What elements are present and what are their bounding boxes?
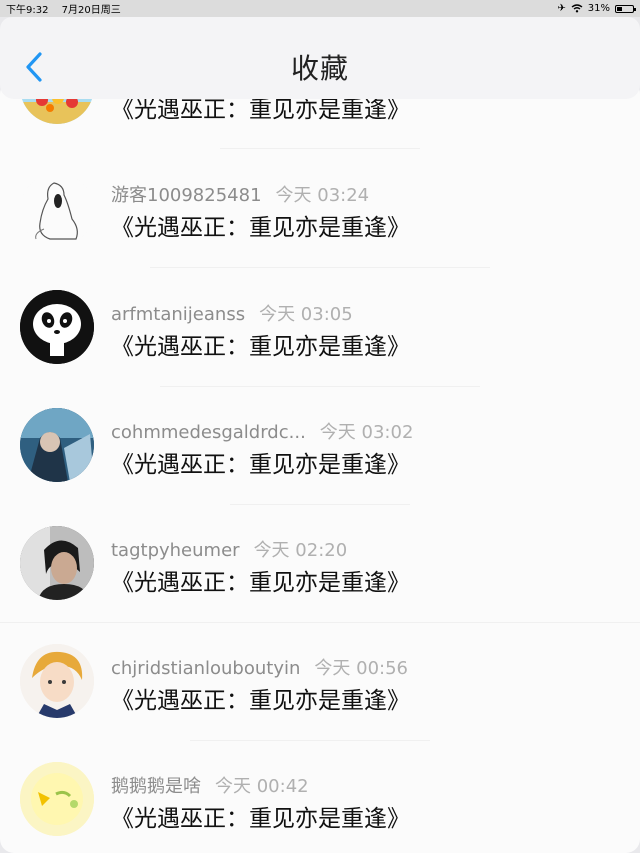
nav-header: 收藏 — [0, 17, 640, 99]
list-item[interactable]: tagtpyheumer 今天 02:20 《光遇巫正：重见亦是重逢》 — [0, 508, 640, 626]
username[interactable]: arfmtanijeanss — [111, 304, 245, 325]
timestamp: 今天 00:56 — [314, 658, 409, 679]
list-item-meta: arfmtanijeanss 今天 03:05 — [111, 300, 353, 326]
divider — [230, 504, 410, 505]
username[interactable]: tagtpyheumer — [111, 540, 240, 561]
username[interactable]: cohmmedesgaldrdc... — [111, 422, 306, 443]
avatar — [20, 644, 94, 718]
divider — [160, 386, 480, 387]
wifi-icon — [571, 4, 583, 13]
avatar-anime-image — [20, 408, 94, 482]
battery-percent: 31% — [587, 3, 610, 14]
list-item[interactable]: chjridstianlouboutyin 今天 00:56 《光遇巫正：重见亦是… — [0, 626, 640, 744]
list-item[interactable]: cohmmedesgaldrdc... 今天 03:02 《光遇巫正：重见亦是重逢… — [0, 390, 640, 508]
list-item[interactable]: arfmtanijeanss 今天 03:05 《光遇巫正：重见亦是重逢》 — [0, 272, 640, 390]
timestamp: 今天 03:24 — [275, 185, 370, 206]
divider — [0, 622, 640, 623]
avatar — [20, 173, 94, 247]
avatar-panda-image — [20, 290, 94, 364]
timestamp: 今天 02:20 — [253, 540, 348, 561]
battery-fill — [617, 6, 622, 11]
divider — [220, 148, 420, 149]
list-item-meta: chjridstianlouboutyin 今天 00:56 — [111, 654, 408, 680]
battery-icon — [615, 4, 636, 13]
favorite-title[interactable]: 《光遇巫正：重见亦是重逢》 — [111, 327, 410, 361]
list-item-meta: 鹅鹅鹅是啥 今天 00:42 — [111, 772, 309, 798]
avatar-portrait-image — [20, 526, 94, 600]
favorite-title[interactable]: 《光遇巫正：重见亦是重逢》 — [111, 563, 410, 597]
divider — [190, 740, 430, 741]
favorites-list: 《光遇巫正：重见亦是重逢》 游客1009825481 今天 03:24 《光遇巫正… — [0, 80, 640, 853]
username[interactable]: 游客1009825481 — [111, 185, 262, 206]
favorite-title[interactable]: 《光遇巫正：重见亦是重逢》 — [111, 208, 410, 242]
status-date: 7月20日周三 — [61, 5, 121, 16]
timestamp: 今天 03:02 — [319, 422, 414, 443]
page-title: 收藏 — [290, 52, 349, 85]
status-time: 下午9:32 — [6, 5, 49, 16]
avatar — [20, 290, 94, 364]
divider — [150, 267, 490, 268]
avatar — [20, 762, 94, 836]
avatar-cartoon-image — [20, 762, 94, 836]
status-bar: 下午9:32 7月20日周三 ✈ 31% — [0, 0, 640, 17]
favorite-title[interactable]: 《光遇巫正：重见亦是重逢》 — [111, 445, 410, 479]
list-item-meta: tagtpyheumer 今天 02:20 — [111, 536, 347, 562]
favorite-title[interactable]: 《光遇巫正：重见亦是重逢》 — [111, 799, 410, 833]
avatar — [20, 408, 94, 482]
favorite-title[interactable]: 《光遇巫正：重见亦是重逢》 — [111, 681, 410, 715]
avatar-sketch-image — [20, 173, 94, 247]
airplane-icon: ✈ — [557, 3, 566, 14]
list-item-meta: 游客1009825481 今天 03:24 — [111, 181, 369, 207]
username[interactable]: chjridstianlouboutyin — [111, 658, 300, 679]
list-item[interactable]: 鹅鹅鹅是啥 今天 00:42 《光遇巫正：重见亦是重逢》 — [0, 744, 640, 853]
avatar — [20, 526, 94, 600]
timestamp: 今天 03:05 — [259, 304, 353, 325]
list-item[interactable]: 游客1009825481 今天 03:24 《光遇巫正：重见亦是重逢》 — [0, 153, 640, 271]
username[interactable]: 鹅鹅鹅是啥 — [111, 776, 201, 797]
list-item-meta: cohmmedesgaldrdc... 今天 03:02 — [111, 418, 413, 444]
timestamp: 今天 00:42 — [215, 776, 309, 797]
avatar-anime-boy-image — [20, 644, 94, 718]
